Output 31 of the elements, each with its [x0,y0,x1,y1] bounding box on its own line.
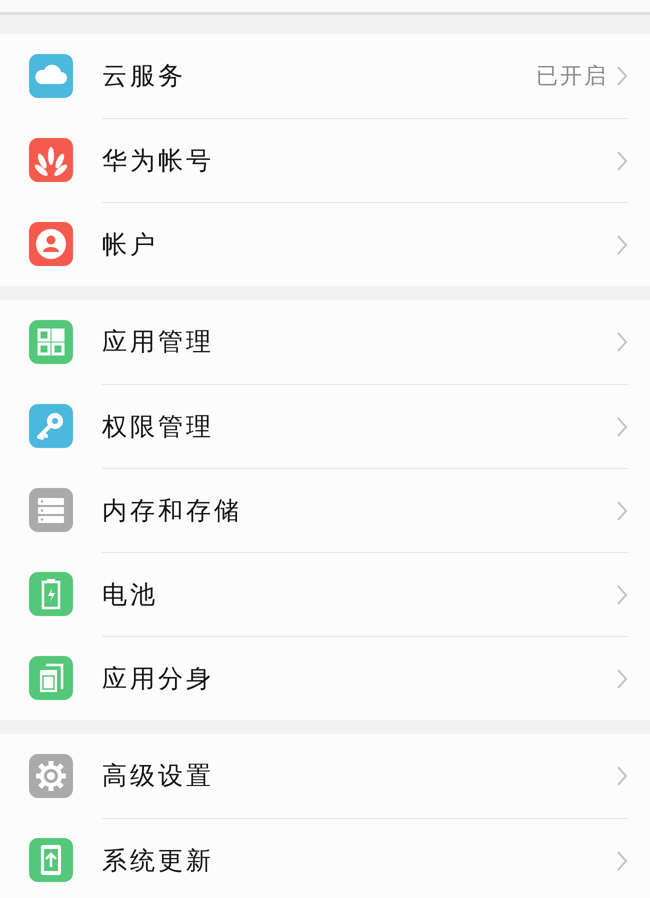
setting-label: 内存和存储 [102,494,243,527]
chevron-icon [616,584,628,606]
settings-row[interactable]: 权限管理 [0,384,650,468]
setting-label: 应用分身 [102,662,215,695]
chevron-icon [616,150,628,172]
setting-label: 云服务 [102,60,187,92]
setting-label: 权限管理 [102,410,215,443]
settings-row[interactable]: 华为帐号 [0,118,650,202]
chevron-icon [616,331,628,353]
setting-label: 应用管理 [102,326,215,358]
chevron-icon [616,65,628,87]
settings-row[interactable]: 系统更新 [0,818,650,898]
settings-row[interactable]: 内存和存储 [0,468,650,552]
chevron-icon [616,765,628,787]
settings-row[interactable]: 帐户 [0,202,650,286]
chevron-icon [616,416,628,438]
settings-row[interactable]: 应用分身 [0,636,650,720]
settings-row[interactable]: 高级设置 [0,734,650,818]
setting-label: 帐户 [102,228,159,261]
settings-row[interactable]: 电池 [0,552,650,636]
chevron-icon [616,234,628,256]
setting-label: 华为帐号 [102,144,215,177]
setting-label: 电池 [102,578,159,611]
chevron-icon [616,668,628,690]
chevron-icon [616,850,628,872]
setting-label: 高级设置 [102,760,215,792]
setting-label: 系统更新 [102,844,215,877]
settings-row[interactable]: 应用管理 [0,300,650,384]
chevron-icon [616,500,628,522]
setting-value: 已开启 [536,62,608,90]
settings-row[interactable]: 云服务 已开启 [0,34,650,118]
